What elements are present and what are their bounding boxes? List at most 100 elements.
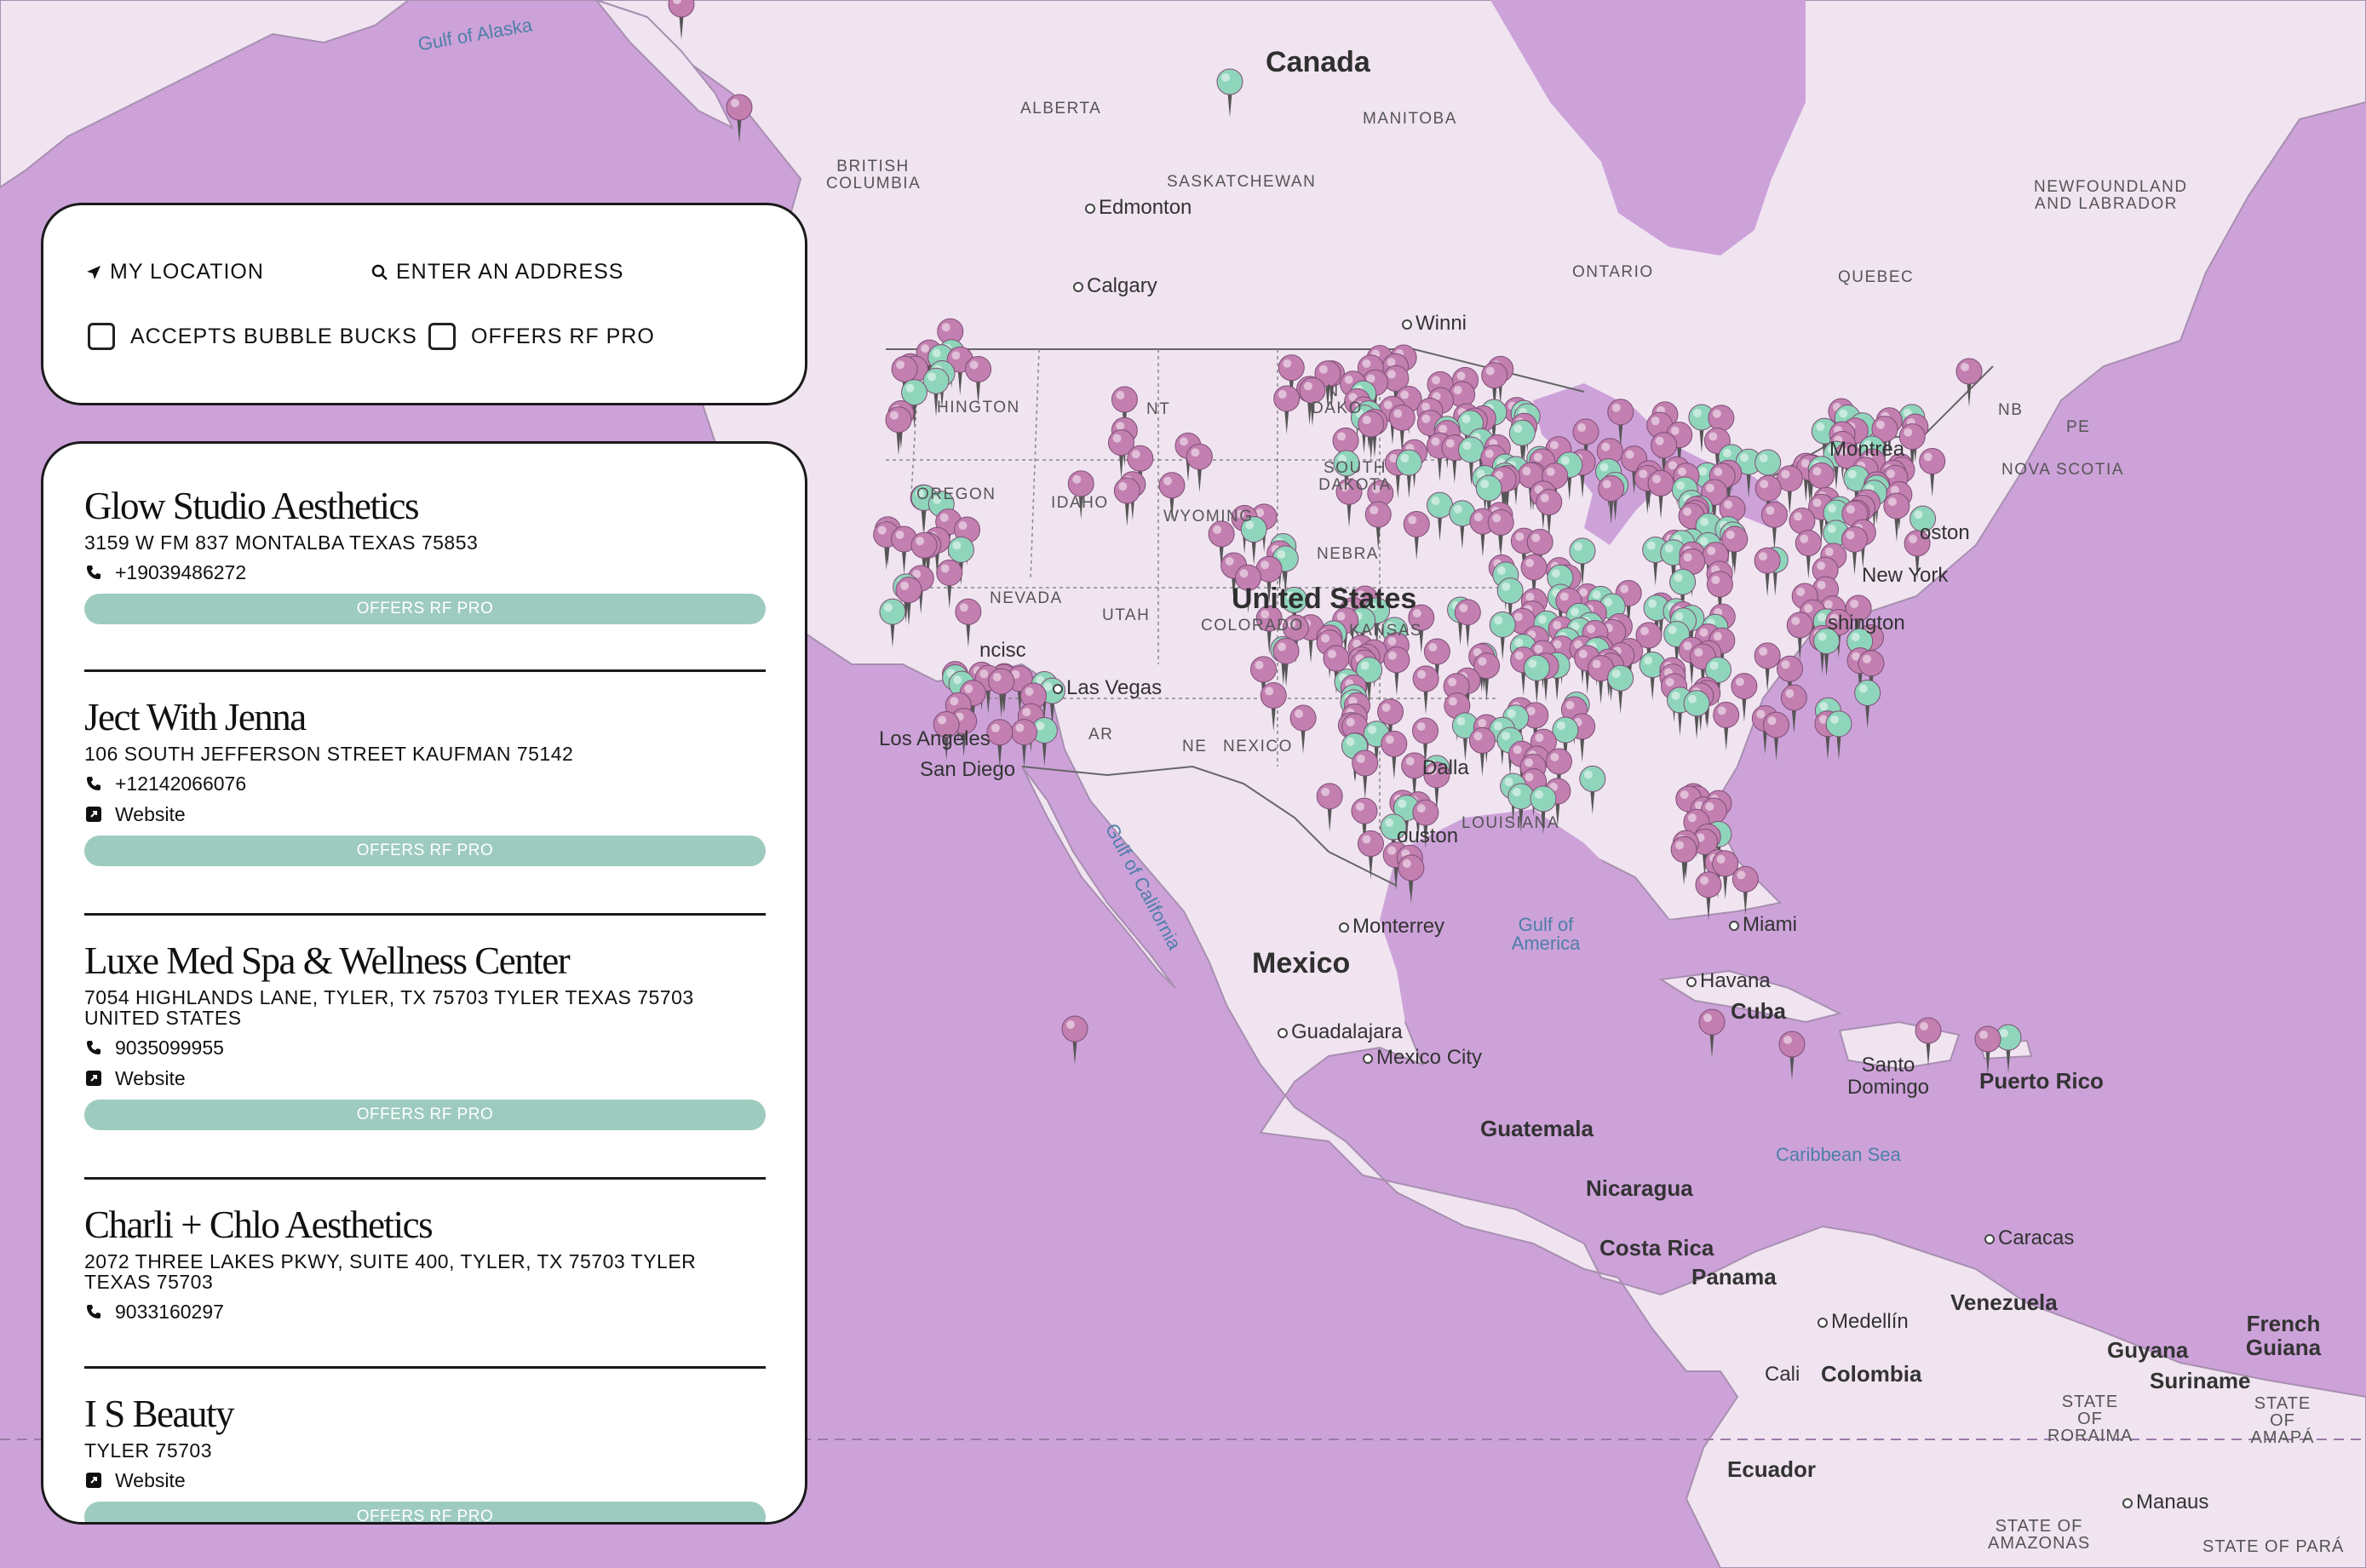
external-link-icon <box>84 1471 103 1490</box>
website-link[interactable]: Website <box>115 803 186 826</box>
label-united-states: United States <box>1232 583 1417 615</box>
label-washington-dc: shington <box>1828 612 1905 635</box>
label-canada: Canada <box>1266 46 1370 78</box>
filter-rf-pro[interactable]: OFFERS RF PRO <box>428 323 655 350</box>
label-mexico-city: Mexico City <box>1363 1046 1482 1070</box>
label-cuba: Cuba <box>1731 998 1786 1024</box>
label-montana: NT <box>1146 400 1171 418</box>
label-guatemala: Guatemala <box>1480 1116 1594 1141</box>
label-north-dakota: N DAKO <box>1312 382 1363 417</box>
phone-number[interactable]: +19039486272 <box>115 561 246 584</box>
label-wyoming: WYOMING <box>1163 508 1254 526</box>
list-item[interactable]: I S Beauty TYLER 75703 Website OFFERS RF… <box>84 1369 766 1522</box>
rf-pro-checkbox[interactable] <box>428 323 456 350</box>
phone-number[interactable]: 9035099955 <box>115 1037 224 1060</box>
phone-icon <box>84 563 103 582</box>
label-manaus: Manaus <box>2122 1490 2208 1514</box>
label-oregon: OREGON <box>916 485 996 503</box>
list-item[interactable]: Luxe Med Spa & Wellness Center 7054 HIGH… <box>84 916 766 1180</box>
label-houston: ouston <box>1397 824 1459 847</box>
label-santo-domingo: Santo Domingo <box>1846 1054 1930 1099</box>
label-nevada: NEVADA <box>990 589 1063 607</box>
business-address: 7054 HIGHLANDS LANE, TYLER, TX 75703 TYL… <box>84 986 694 1029</box>
label-arizona: AR <box>1088 726 1114 744</box>
label-saskatchewan: SASKATCHEWAN <box>1167 173 1317 191</box>
label-colombia: Colombia <box>1821 1361 1922 1387</box>
phone-number[interactable]: +12142066076 <box>115 773 246 795</box>
label-kansas: KANSAS <box>1349 622 1423 640</box>
phone-icon <box>84 1038 103 1057</box>
website-link[interactable]: Website <box>115 1469 186 1492</box>
label-nb: NB <box>1998 401 2024 419</box>
bubble-bucks-label: ACCEPTS BUBBLE BUCKS <box>130 324 417 348</box>
label-panama: Panama <box>1691 1264 1777 1289</box>
phone-row[interactable]: 9035099955 <box>84 1037 766 1059</box>
label-amazonas: STATE OF AMAZONAS <box>1988 1517 2091 1553</box>
phone-row[interactable]: +19039486272 <box>84 561 766 583</box>
label-cali: Cali <box>1765 1363 1800 1386</box>
rf-pro-badge: OFFERS RF PRO <box>84 594 766 624</box>
phone-number[interactable]: 9033160297 <box>115 1301 224 1324</box>
list-item[interactable]: Charli + Chlo Aesthetics 2072 THREE LAKE… <box>84 1180 766 1369</box>
my-location-label: MY LOCATION <box>110 260 264 284</box>
label-ontario: ONTARIO <box>1572 263 1654 281</box>
business-name[interactable]: I S Beauty <box>84 1393 766 1435</box>
label-montreal: Montrea <box>1829 438 1905 461</box>
label-new-mexico: NEXICO <box>1223 738 1293 755</box>
label-washington: HINGTON <box>937 399 1020 416</box>
label-utah: UTAH <box>1102 606 1151 624</box>
label-monterrey: Monterrey <box>1339 915 1444 939</box>
business-name[interactable]: Glow Studio Aesthetics <box>84 485 766 527</box>
label-mexico: Mexico <box>1252 947 1351 979</box>
business-address: 106 SOUTH JEFFERSON STREET KAUFMAN 75142 <box>84 743 574 765</box>
label-british-columbia: BRITISH COLUMBIA <box>826 158 922 192</box>
label-guadalajara: Guadalajara <box>1278 1020 1403 1044</box>
label-nicaragua: Nicaragua <box>1586 1175 1693 1201</box>
results-list-panel[interactable]: Glow Studio Aesthetics 3159 W FM 837 MON… <box>41 441 807 1525</box>
external-link-icon <box>84 1069 103 1088</box>
phone-row[interactable]: +12142066076 <box>84 773 766 795</box>
label-nova-scotia: NOVA SCOTIA <box>2001 461 2124 479</box>
rf-pro-badge: OFFERS RF PRO <box>84 836 766 866</box>
business-address: TYLER 75703 <box>84 1439 212 1462</box>
website-row[interactable]: Website <box>84 1067 766 1089</box>
phone-icon <box>84 1302 103 1321</box>
label-los-angeles: Los Angeles <box>879 727 991 750</box>
label-edmonton: Edmonton <box>1085 196 1192 220</box>
phone-row[interactable]: 9033160297 <box>84 1301 766 1323</box>
search-controls-panel: MY LOCATION ACCEPTS BUBBLE BUCKS OFFERS … <box>41 203 807 405</box>
business-name[interactable]: Charli + Chlo Aesthetics <box>84 1203 766 1246</box>
label-idaho: IDAHO <box>1051 494 1109 512</box>
website-row[interactable]: Website <box>84 803 766 825</box>
business-name[interactable]: Luxe Med Spa & Wellness Center <box>84 939 766 982</box>
address-search[interactable] <box>370 260 652 284</box>
label-alberta: ALBERTA <box>1020 100 1102 118</box>
website-link[interactable]: Website <box>115 1067 186 1090</box>
label-san-francisco: ncisc <box>979 639 1026 662</box>
bubble-bucks-checkbox[interactable] <box>88 323 115 350</box>
label-costa-rica: Costa Rica <box>1599 1235 1714 1261</box>
label-colorado: COLORADO <box>1201 617 1304 635</box>
label-calgary: Calgary <box>1073 274 1157 298</box>
phone-icon <box>84 774 103 793</box>
label-quebec: QUEBEC <box>1838 268 1915 286</box>
label-new-york: New York <box>1862 564 1949 587</box>
label-louisiana: LOUISIANA <box>1462 814 1559 832</box>
filter-bubble-bucks[interactable]: ACCEPTS BUBBLE BUCKS <box>88 323 417 350</box>
label-havana: Havana <box>1686 969 1771 993</box>
label-miami: Miami <box>1729 913 1797 937</box>
label-caribbean-sea: Caribbean Sea <box>1776 1144 1901 1165</box>
list-item[interactable]: Ject With Jenna 106 SOUTH JEFFERSON STRE… <box>84 672 766 916</box>
label-gulf-of-america: Gulf of America <box>1511 914 1581 954</box>
website-row[interactable]: Website <box>84 1469 766 1491</box>
business-address: 3159 W FM 837 MONTALBA TEXAS 75853 <box>84 531 479 554</box>
external-link-icon <box>84 805 103 824</box>
label-nebraska: NEBRA <box>1317 545 1379 563</box>
label-pe: PE <box>2066 418 2091 436</box>
my-location-button[interactable]: MY LOCATION <box>84 260 264 284</box>
address-input[interactable] <box>396 260 652 284</box>
business-name[interactable]: Ject With Jenna <box>84 696 766 738</box>
list-item[interactable]: Glow Studio Aesthetics 3159 W FM 837 MON… <box>84 444 766 672</box>
rf-pro-badge: OFFERS RF PRO <box>84 1502 766 1522</box>
label-para: STATE OF PARÁ <box>2202 1537 2345 1556</box>
